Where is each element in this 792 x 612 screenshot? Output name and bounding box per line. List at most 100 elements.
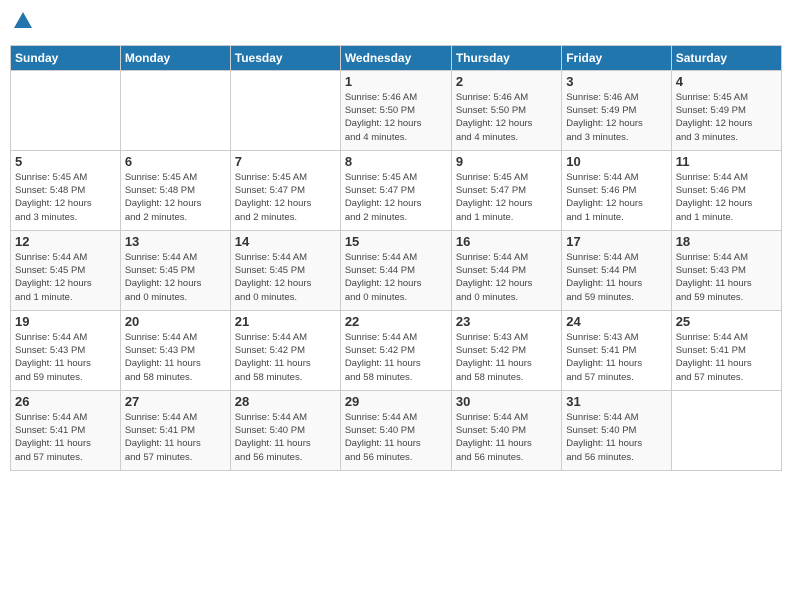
calendar-cell: 1 Sunrise: 5:46 AM Sunset: 5:50 PM Daylig… xyxy=(340,70,451,150)
day-info: Sunrise: 5:46 AM Sunset: 5:50 PM Dayligh… xyxy=(345,91,447,144)
day-number: 24 xyxy=(566,314,666,329)
day-number: 1 xyxy=(345,74,447,89)
calendar-week-row: 1 Sunrise: 5:46 AM Sunset: 5:50 PM Daylig… xyxy=(11,70,782,150)
day-info: Sunrise: 5:44 AM Sunset: 5:43 PM Dayligh… xyxy=(676,251,777,304)
calendar-table: SundayMondayTuesdayWednesdayThursdayFrid… xyxy=(10,45,782,471)
day-info: Sunrise: 5:44 AM Sunset: 5:43 PM Dayligh… xyxy=(15,331,116,384)
calendar-cell xyxy=(671,390,781,470)
calendar-cell: 10 Sunrise: 5:44 AM Sunset: 5:46 PM Dayli… xyxy=(562,150,671,230)
calendar-cell: 30 Sunrise: 5:44 AM Sunset: 5:40 PM Dayli… xyxy=(451,390,561,470)
day-number: 31 xyxy=(566,394,666,409)
calendar-cell: 25Sunrise: 5:44 AM Sunset: 5:41 PM Dayli… xyxy=(671,310,781,390)
day-of-week-header: Sunday xyxy=(11,45,121,70)
day-number: 16 xyxy=(456,234,557,249)
day-number: 27 xyxy=(125,394,226,409)
day-number: 15 xyxy=(345,234,447,249)
day-info: Sunrise: 5:45 AM Sunset: 5:47 PM Dayligh… xyxy=(345,171,447,224)
day-info: Sunrise: 5:46 AM Sunset: 5:49 PM Dayligh… xyxy=(566,91,666,144)
day-info: Sunrise: 5:44 AM Sunset: 5:40 PM Dayligh… xyxy=(566,411,666,464)
calendar-cell: 13 Sunrise: 5:44 AM Sunset: 5:45 PM Dayli… xyxy=(120,230,230,310)
day-of-week-header: Wednesday xyxy=(340,45,451,70)
calendar-cell xyxy=(230,70,340,150)
day-number: 10 xyxy=(566,154,666,169)
calendar-week-row: 19 Sunrise: 5:44 AM Sunset: 5:43 PM Dayli… xyxy=(11,310,782,390)
day-number: 3 xyxy=(566,74,666,89)
day-number: 30 xyxy=(456,394,557,409)
calendar-cell: 14 Sunrise: 5:44 AM Sunset: 5:45 PM Dayli… xyxy=(230,230,340,310)
day-number: 17 xyxy=(566,234,666,249)
day-number: 14 xyxy=(235,234,336,249)
calendar-week-row: 5 Sunrise: 5:45 AM Sunset: 5:48 PM Daylig… xyxy=(11,150,782,230)
calendar-week-row: 26 Sunrise: 5:44 AM Sunset: 5:41 PM Dayli… xyxy=(11,390,782,470)
day-info: Sunrise: 5:44 AM Sunset: 5:45 PM Dayligh… xyxy=(235,251,336,304)
day-of-week-header: Tuesday xyxy=(230,45,340,70)
calendar-cell: 16 Sunrise: 5:44 AM Sunset: 5:44 PM Dayli… xyxy=(451,230,561,310)
day-info: Sunrise: 5:44 AM Sunset: 5:43 PM Dayligh… xyxy=(125,331,226,384)
day-number: 7 xyxy=(235,154,336,169)
page-header xyxy=(10,10,782,37)
calendar-cell: 8 Sunrise: 5:45 AM Sunset: 5:47 PM Daylig… xyxy=(340,150,451,230)
calendar-cell: 7 Sunrise: 5:45 AM Sunset: 5:47 PM Daylig… xyxy=(230,150,340,230)
calendar-cell: 9 Sunrise: 5:45 AM Sunset: 5:47 PM Daylig… xyxy=(451,150,561,230)
day-number: 26 xyxy=(15,394,116,409)
calendar-cell: 3 Sunrise: 5:46 AM Sunset: 5:49 PM Daylig… xyxy=(562,70,671,150)
day-info: Sunrise: 5:45 AM Sunset: 5:47 PM Dayligh… xyxy=(456,171,557,224)
day-number: 18 xyxy=(676,234,777,249)
day-number: 28 xyxy=(235,394,336,409)
day-number: 6 xyxy=(125,154,226,169)
day-info: Sunrise: 5:45 AM Sunset: 5:49 PM Dayligh… xyxy=(676,91,777,144)
day-of-week-header: Monday xyxy=(120,45,230,70)
day-info: Sunrise: 5:44 AM Sunset: 5:41 PM Dayligh… xyxy=(125,411,226,464)
day-info: Sunrise: 5:44 AM Sunset: 5:40 PM Dayligh… xyxy=(235,411,336,464)
day-info: Sunrise: 5:44 AM Sunset: 5:40 PM Dayligh… xyxy=(345,411,447,464)
day-number: 23 xyxy=(456,314,557,329)
day-number: 2 xyxy=(456,74,557,89)
day-number: 13 xyxy=(125,234,226,249)
day-info: Sunrise: 5:44 AM Sunset: 5:45 PM Dayligh… xyxy=(125,251,226,304)
day-info: Sunrise: 5:44 AM Sunset: 5:44 PM Dayligh… xyxy=(456,251,557,304)
day-info: Sunrise: 5:46 AM Sunset: 5:50 PM Dayligh… xyxy=(456,91,557,144)
calendar-cell: 23 Sunrise: 5:43 AM Sunset: 5:42 PM Dayli… xyxy=(451,310,561,390)
calendar-cell: 2 Sunrise: 5:46 AM Sunset: 5:50 PM Daylig… xyxy=(451,70,561,150)
calendar-cell: 20Sunrise: 5:44 AM Sunset: 5:43 PM Dayli… xyxy=(120,310,230,390)
day-number: 29 xyxy=(345,394,447,409)
calendar-header-row: SundayMondayTuesdayWednesdayThursdayFrid… xyxy=(11,45,782,70)
day-info: Sunrise: 5:44 AM Sunset: 5:41 PM Dayligh… xyxy=(15,411,116,464)
day-number: 12 xyxy=(15,234,116,249)
calendar-cell: 24 Sunrise: 5:43 AM Sunset: 5:41 PM Dayli… xyxy=(562,310,671,390)
logo-icon xyxy=(12,10,34,32)
day-info: Sunrise: 5:44 AM Sunset: 5:46 PM Dayligh… xyxy=(566,171,666,224)
day-info: Sunrise: 5:44 AM Sunset: 5:45 PM Dayligh… xyxy=(15,251,116,304)
calendar-cell xyxy=(11,70,121,150)
day-number: 4 xyxy=(676,74,777,89)
day-number: 11 xyxy=(676,154,777,169)
day-info: Sunrise: 5:44 AM Sunset: 5:44 PM Dayligh… xyxy=(345,251,447,304)
calendar-cell: 18 Sunrise: 5:44 AM Sunset: 5:43 PM Dayli… xyxy=(671,230,781,310)
day-info: Sunrise: 5:44 AM Sunset: 5:42 PM Dayligh… xyxy=(345,331,447,384)
calendar-cell: 22 Sunrise: 5:44 AM Sunset: 5:42 PM Dayli… xyxy=(340,310,451,390)
calendar-cell: 19 Sunrise: 5:44 AM Sunset: 5:43 PM Dayli… xyxy=(11,310,121,390)
day-number: 5 xyxy=(15,154,116,169)
calendar-week-row: 12 Sunrise: 5:44 AM Sunset: 5:45 PM Dayli… xyxy=(11,230,782,310)
calendar-cell: 28 Sunrise: 5:44 AM Sunset: 5:40 PM Dayli… xyxy=(230,390,340,470)
calendar-cell: 17 Sunrise: 5:44 AM Sunset: 5:44 PM Dayli… xyxy=(562,230,671,310)
calendar-cell: 6 Sunrise: 5:45 AM Sunset: 5:48 PM Daylig… xyxy=(120,150,230,230)
day-info: Sunrise: 5:45 AM Sunset: 5:48 PM Dayligh… xyxy=(125,171,226,224)
day-info: Sunrise: 5:44 AM Sunset: 5:44 PM Dayligh… xyxy=(566,251,666,304)
calendar-cell: 5 Sunrise: 5:45 AM Sunset: 5:48 PM Daylig… xyxy=(11,150,121,230)
calendar-cell xyxy=(120,70,230,150)
calendar-cell: 15 Sunrise: 5:44 AM Sunset: 5:44 PM Dayli… xyxy=(340,230,451,310)
day-info: Sunrise: 5:45 AM Sunset: 5:48 PM Dayligh… xyxy=(15,171,116,224)
day-number: 19 xyxy=(15,314,116,329)
day-info: Sunrise: 5:44 AM Sunset: 5:40 PM Dayligh… xyxy=(456,411,557,464)
day-info: Sunrise: 5:43 AM Sunset: 5:42 PM Dayligh… xyxy=(456,331,557,384)
day-of-week-header: Friday xyxy=(562,45,671,70)
calendar-cell: 12 Sunrise: 5:44 AM Sunset: 5:45 PM Dayli… xyxy=(11,230,121,310)
day-info: Sunrise: 5:45 AM Sunset: 5:47 PM Dayligh… xyxy=(235,171,336,224)
day-number: 22 xyxy=(345,314,447,329)
day-info: Sunrise: 5:44 AM Sunset: 5:46 PM Dayligh… xyxy=(676,171,777,224)
day-number: 8 xyxy=(345,154,447,169)
calendar-cell: 29 Sunrise: 5:44 AM Sunset: 5:40 PM Dayli… xyxy=(340,390,451,470)
day-number: 9 xyxy=(456,154,557,169)
day-info: Sunrise: 5:43 AM Sunset: 5:41 PM Dayligh… xyxy=(566,331,666,384)
